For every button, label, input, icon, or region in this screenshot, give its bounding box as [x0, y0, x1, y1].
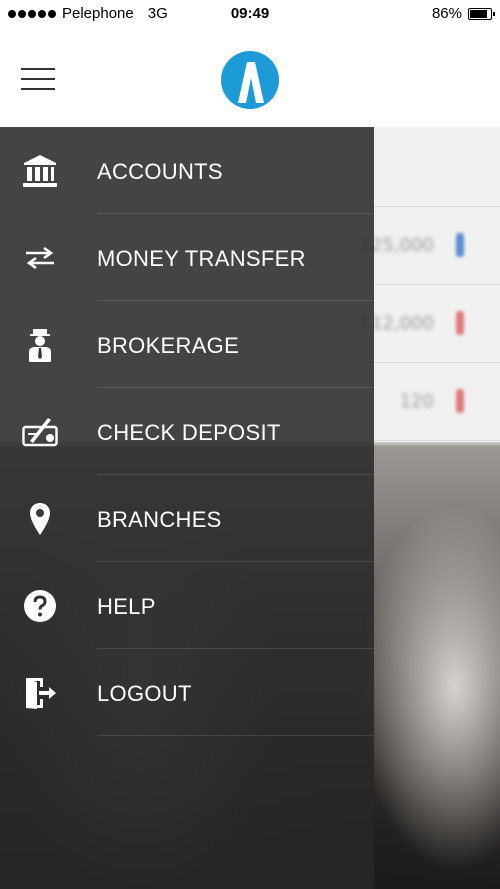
- trend-arrow-icon: [456, 311, 464, 335]
- trend-arrow-icon: [456, 389, 464, 413]
- status-right: 86%: [431, 5, 495, 22]
- menu-item-label: LOGOUT: [97, 681, 192, 706]
- status-bar: Pelephone 3G 09:49 86%: [0, 0, 500, 30]
- menu-item-label: ACCOUNTS: [97, 159, 223, 184]
- location-pin-icon: [18, 499, 62, 539]
- check-deposit-icon: [18, 412, 62, 452]
- help-icon: [18, 586, 62, 626]
- list-item-value: 120: [399, 391, 434, 412]
- trend-arrow-icon: [456, 233, 464, 257]
- status-time: 09:49: [230, 5, 270, 22]
- navigation-drawer: ACCOUNTS MONEY TRANSFER BROKERAGE CHECK …: [0, 127, 374, 889]
- menu-item-logout[interactable]: LOGOUT: [0, 649, 374, 736]
- menu-item-label: CHECK DEPOSIT: [97, 420, 281, 445]
- menu-item-help[interactable]: HELP: [0, 562, 374, 649]
- menu-item-branches[interactable]: BRANCHES: [0, 475, 374, 562]
- app-logo-icon: [221, 51, 279, 109]
- bank-icon: [18, 151, 62, 191]
- menu-item-accounts[interactable]: ACCOUNTS: [0, 127, 374, 214]
- menu-item-label: MONEY TRANSFER: [97, 246, 306, 271]
- menu-item-label: BRANCHES: [97, 507, 222, 532]
- menu-item-label: HELP: [97, 594, 156, 619]
- broker-person-icon: [18, 325, 62, 365]
- menu-item-label: BROKERAGE: [97, 333, 240, 358]
- divider: [97, 735, 374, 736]
- battery-percent: 86%: [431, 5, 462, 22]
- battery-icon: [468, 7, 495, 20]
- menu-item-brokerage[interactable]: BROKERAGE: [0, 301, 374, 388]
- logout-icon: [18, 673, 62, 713]
- hamburger-icon[interactable]: [21, 68, 55, 90]
- transfer-arrows-icon: [18, 238, 62, 278]
- app-header: [0, 30, 500, 127]
- menu-item-money-transfer[interactable]: MONEY TRANSFER: [0, 214, 374, 301]
- battery-fill: [470, 9, 488, 18]
- menu-item-check-deposit[interactable]: CHECK DEPOSIT: [0, 388, 374, 475]
